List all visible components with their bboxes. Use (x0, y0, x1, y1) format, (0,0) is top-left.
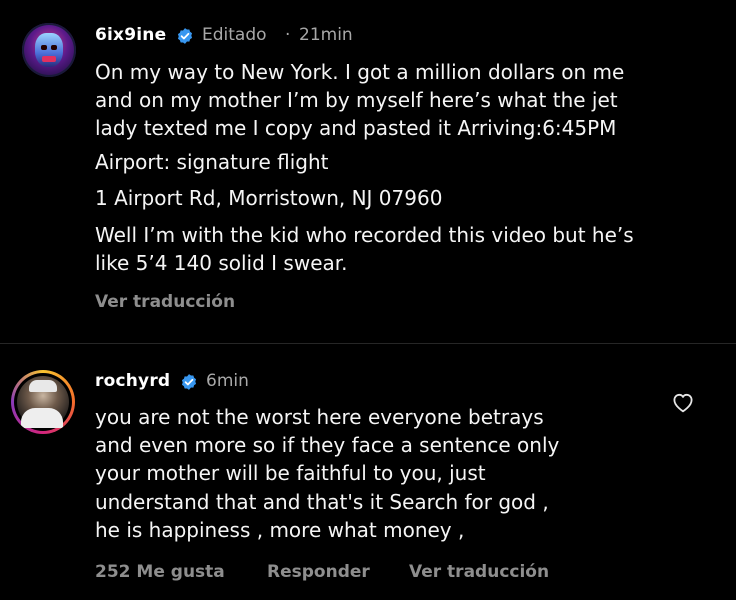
post-author-avatar[interactable] (22, 23, 76, 77)
meta-separator: · (285, 25, 291, 45)
comment-text-line: he is happiness , more what money , (95, 518, 465, 542)
comment-text-line: your mother will be faithful to you, jus… (95, 461, 486, 485)
post-text-line: Airport: signature flight (95, 150, 329, 174)
post-author-username[interactable]: 6ix9ine (95, 25, 166, 45)
section-divider (0, 343, 736, 344)
post-text-line: like 5’4 140 solid I swear. (95, 251, 348, 275)
post-timestamp: 21min (299, 25, 353, 45)
comment-text-line: and even more so if they face a sentence… (95, 433, 560, 457)
comment-text-line: understand that and that's it Search for… (95, 490, 549, 514)
comment-translate-link[interactable]: Ver traducción (409, 562, 549, 582)
comment-text-line: you are not the worst here everyone betr… (95, 405, 544, 429)
comment-likes-count[interactable]: 252 Me gusta (95, 562, 225, 582)
reply-button[interactable]: Responder (267, 562, 370, 582)
edited-label: Editado (202, 25, 267, 45)
post-translate-link[interactable]: Ver traducción (95, 292, 235, 312)
comment-author-username[interactable]: rochyrd (95, 371, 170, 391)
verified-badge-icon (177, 28, 193, 44)
post-text-line: lady texted me I copy and pasted it Arri… (95, 116, 617, 140)
heart-outline-icon[interactable] (671, 391, 695, 413)
post-text-line: On my way to New York. I got a million d… (95, 60, 625, 84)
post-text-line: Well I’m with the kid who recorded this … (95, 223, 634, 247)
comment-timestamp: 6min (206, 371, 249, 391)
post-text-line: and on my mother I’m by myself here’s wh… (95, 88, 618, 112)
comment-author-avatar[interactable] (11, 370, 75, 434)
post-text-line: 1 Airport Rd, Morristown, NJ 07960 (95, 186, 443, 210)
verified-badge-icon (181, 374, 197, 390)
